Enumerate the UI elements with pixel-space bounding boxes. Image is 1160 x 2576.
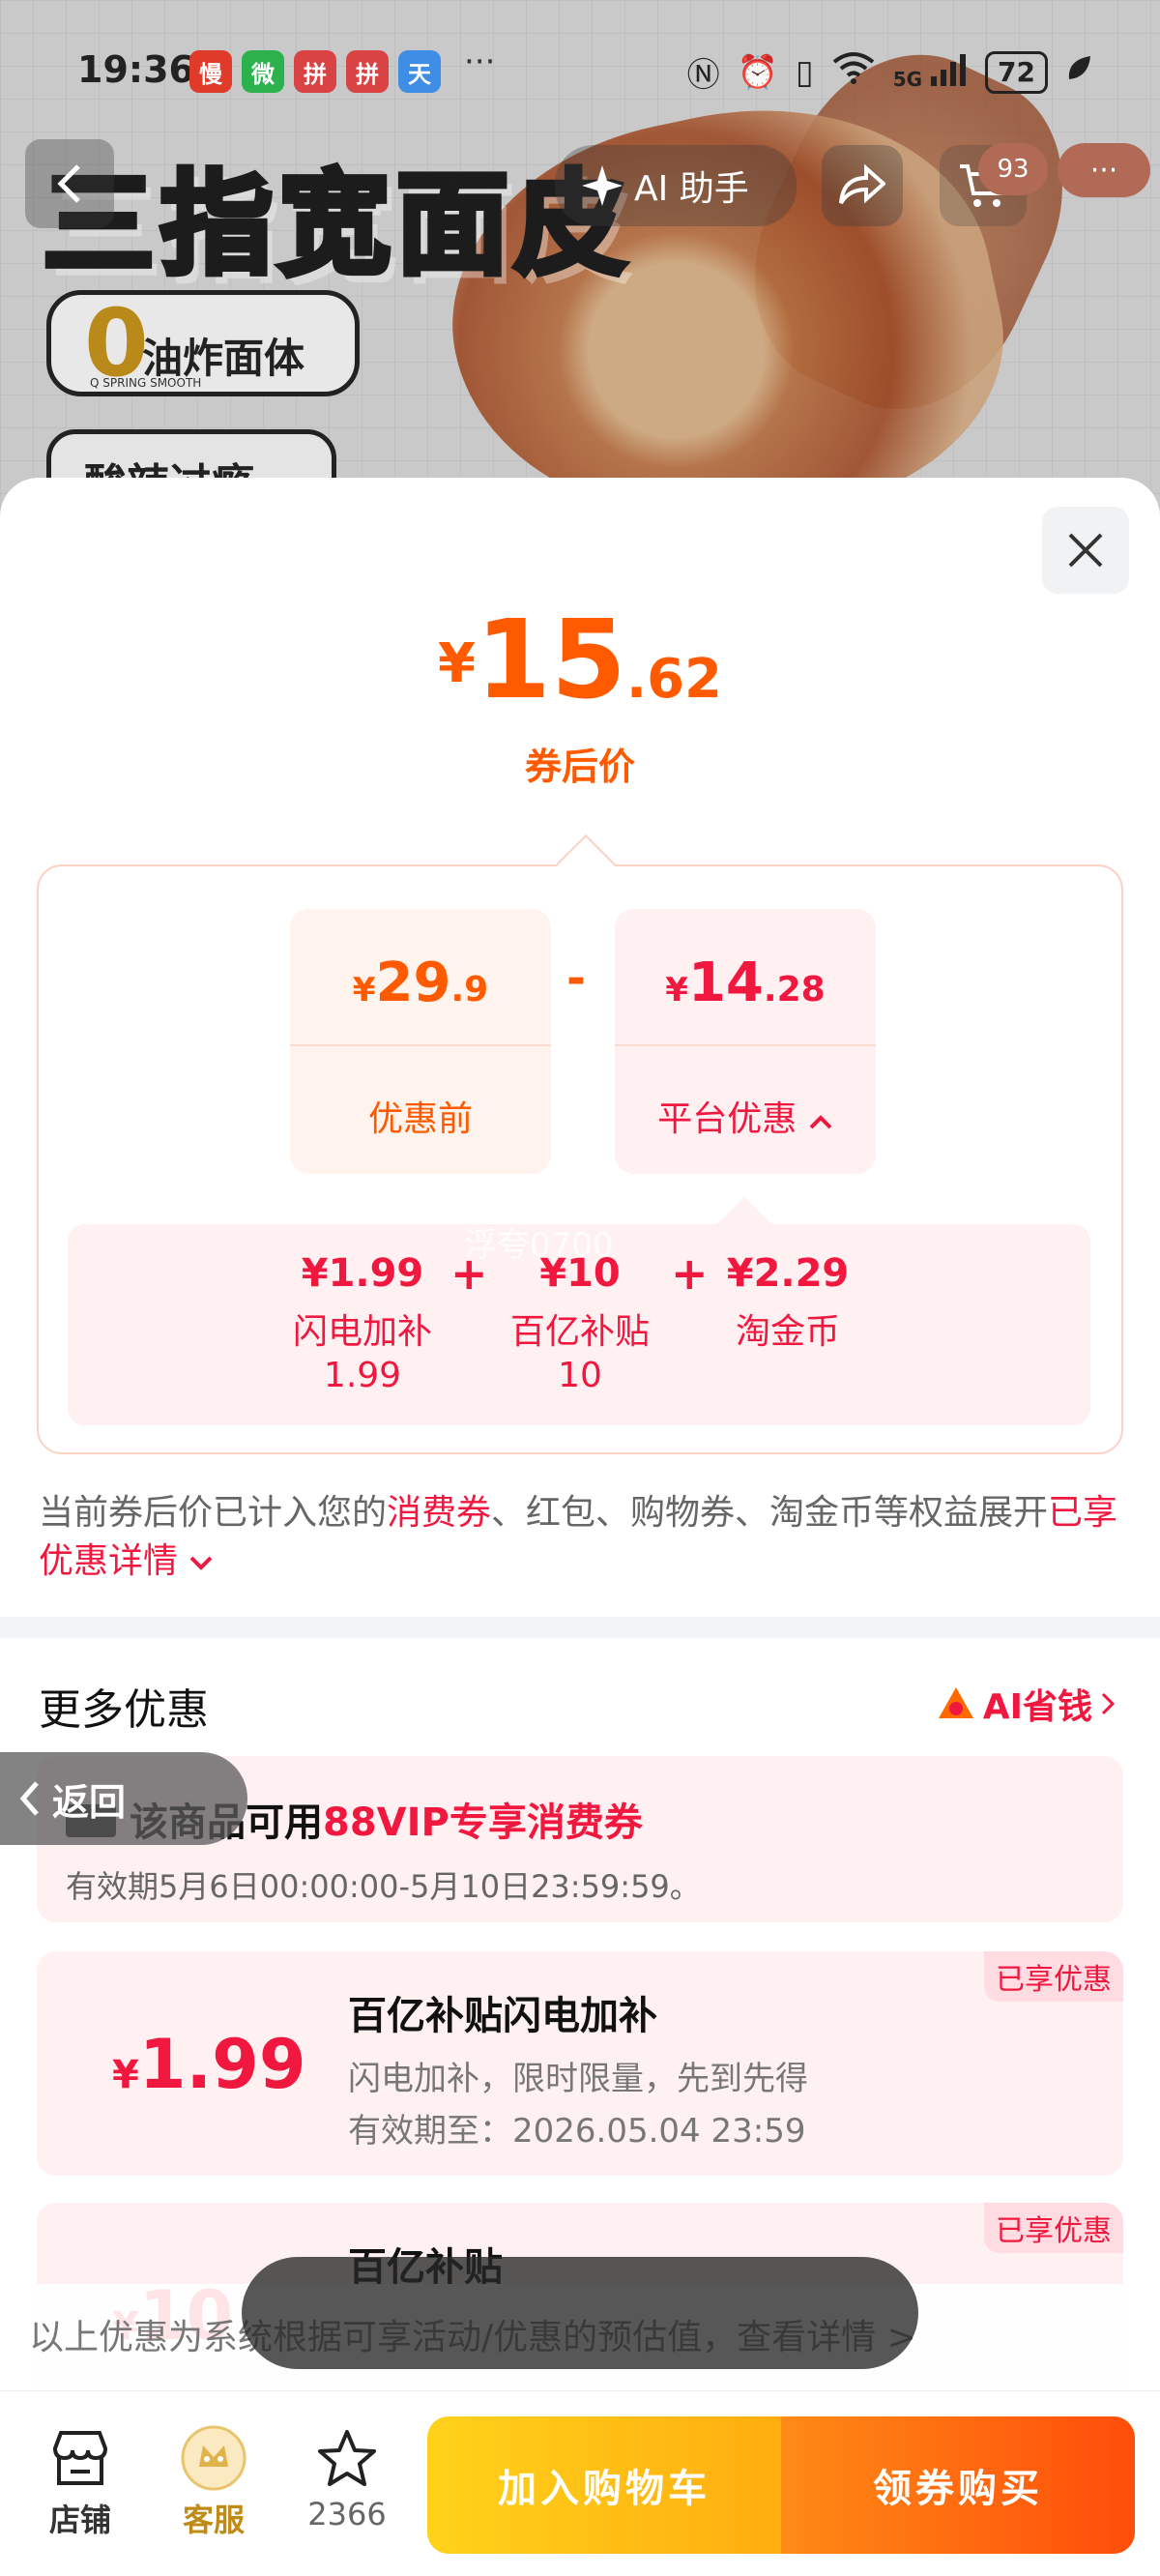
chevron-up-icon: [809, 1115, 832, 1129]
consumer-coupon-link[interactable]: 消费券: [387, 1493, 491, 1533]
close-button[interactable]: [1042, 507, 1129, 594]
status-bar: 19:36 慢 微 拼 拼 天 ··· Ⓝ ⏰ ▯ 5G 72: [0, 0, 1160, 135]
ai-logo-icon: [938, 1687, 973, 1718]
price-detail-sheet: ¥15.62 券后价 ¥29.9 优惠前 - ¥14.28 平台优惠 浮夸070…: [0, 478, 1160, 2576]
coupon-name: 百亿补贴闪电加补: [348, 1994, 657, 2038]
battery-icon: 72: [985, 50, 1048, 94]
price-currency: ¥: [437, 632, 476, 695]
system-icons: Ⓝ ⏰ ▯ 5G 72: [687, 48, 1092, 96]
divider: [290, 1044, 551, 1046]
original-price: ¥29.9: [352, 951, 489, 1014]
bottom-action-bar: 店铺 客服 2366 加入购物车 领券购买: [0, 2390, 1160, 2576]
discount-name: 淘金币: [735, 1312, 840, 1352]
platform-discount: ¥14.28: [665, 951, 826, 1014]
share-button[interactable]: [822, 145, 903, 226]
customer-service-button[interactable]: 客服: [160, 2424, 267, 2540]
price-note: 当前券后价已计入您的消费券、红包、购物券、淘金币等权益展开已享优惠详情: [39, 1493, 1118, 1581]
more-offers-title: 更多优惠: [39, 1685, 209, 1735]
platform-discount-toggle[interactable]: 平台优惠: [615, 1091, 876, 1141]
favorite-count: 2366: [307, 2496, 387, 2532]
star-icon: [294, 2424, 400, 2492]
discount-item-flash: ¥1.99 闪电加补 1.99: [280, 1251, 445, 1395]
section-divider: [0, 1617, 1160, 1638]
network-type: 5G: [892, 68, 923, 91]
coupon-price: ¥15.62: [0, 598, 1160, 723]
weather-icon: 天: [398, 50, 441, 93]
pdd-icon: 拼: [346, 50, 389, 93]
claim-coupon-buy-button[interactable]: 领券购买: [781, 2416, 1135, 2554]
return-label: 返回: [52, 1780, 127, 1824]
coupon-amount: ¥1.99: [112, 2025, 306, 2104]
more-options-button[interactable]: ···: [1058, 143, 1150, 197]
plus-sign: +: [450, 1247, 488, 1300]
share-icon: [839, 164, 885, 205]
badge-subtext: Q SPRING SMOOTH: [90, 376, 202, 390]
back-button[interactable]: [25, 139, 114, 228]
wifi-icon: [831, 50, 876, 94]
discount-sub: 10: [558, 1356, 602, 1395]
price-decimal: .62: [625, 648, 723, 711]
original-price-label: 优惠前: [367, 1099, 473, 1139]
status-badge: 已享优惠: [984, 1951, 1123, 2002]
discount-item-subsidy: ¥10 百亿补贴 10: [503, 1251, 657, 1395]
status-time: 19:36: [77, 48, 194, 91]
store-label: 店铺: [48, 2502, 111, 2538]
discount-item-coins: ¥2.29 淘金币: [715, 1251, 860, 1354]
coupon-desc: 闪电加补，限时限量，先到先得: [348, 2060, 808, 2098]
ai-assistant-button[interactable]: AI 助手: [555, 145, 797, 226]
service-label: 客服: [182, 2502, 245, 2538]
wechat-icon: 微: [242, 50, 284, 93]
minus-sign: -: [566, 951, 586, 1006]
chevron-right-icon: [1101, 1692, 1116, 1715]
chevron-left-icon: [19, 1781, 39, 1816]
discount-name: 闪电加补: [292, 1312, 432, 1352]
alarm-icon: ⏰: [737, 52, 778, 92]
app-man-icon: 慢: [189, 50, 232, 93]
return-button[interactable]: 返回: [0, 1752, 247, 1845]
coupon-expiry: 有效期至：2026.05.04 23:59: [348, 2112, 806, 2151]
cart-count-badge: 93: [978, 143, 1048, 195]
status-badge: 已享优惠: [984, 2203, 1123, 2253]
pdd-icon: 拼: [294, 50, 336, 93]
vip-coupon-validity: 有效期5月6日00:00:00-5月10日23:59:59。: [66, 1868, 701, 1905]
platform-discount-cell[interactable]: ¥14.28 平台优惠: [615, 909, 876, 1174]
more-notifications-icon: ···: [464, 43, 496, 81]
price-integer: 15: [475, 598, 626, 723]
chevron-down-icon[interactable]: [188, 1555, 214, 1572]
add-to-cart-button[interactable]: 加入购物车: [427, 2416, 781, 2554]
original-price-cell: ¥29.9 优惠前: [290, 909, 551, 1174]
ai-assistant-label: AI 助手: [634, 169, 749, 209]
discount-amount: ¥10: [539, 1251, 621, 1296]
signal-icon: 5G: [893, 53, 968, 91]
notification-icons: 慢 微 拼 拼 天: [189, 50, 441, 93]
discount-sub: 1.99: [323, 1356, 402, 1395]
store-icon: [27, 2424, 133, 2492]
ai-save-label: AI省钱: [982, 1687, 1092, 1727]
close-icon: [1068, 533, 1103, 568]
plus-sign: +: [671, 1247, 709, 1300]
platform-discount-label: 平台优惠: [657, 1099, 798, 1139]
ai-save-money-link[interactable]: AI省钱: [937, 1679, 1117, 1729]
vibrate-icon: ▯: [796, 52, 814, 92]
product-title-art: 三指宽面皮: [40, 157, 632, 293]
coupon-price-label: 券后价: [524, 746, 635, 788]
toast-overlay: [242, 2257, 918, 2369]
store-button[interactable]: 店铺: [27, 2424, 133, 2540]
nfc-icon: Ⓝ: [686, 56, 720, 95]
favorite-button[interactable]: 2366: [294, 2424, 400, 2532]
chevron-left-icon: [57, 164, 80, 203]
discount-amount: ¥2.29: [726, 1251, 850, 1296]
coupon-card[interactable]: ¥1.99 百亿补贴闪电加补 闪电加补，限时限量，先到先得 有效期至：2026.…: [37, 1951, 1123, 2176]
service-avatar-icon: [160, 2424, 267, 2492]
feature-badge-oil: 0 油炸面体 Q SPRING SMOOTH: [46, 289, 360, 397]
discount-amount: ¥1.99: [301, 1251, 424, 1296]
leaf-icon: [1065, 53, 1092, 92]
divider: [615, 1044, 876, 1046]
ai-sparkle-icon: [582, 165, 623, 206]
discount-name: 百亿补贴: [509, 1312, 650, 1352]
